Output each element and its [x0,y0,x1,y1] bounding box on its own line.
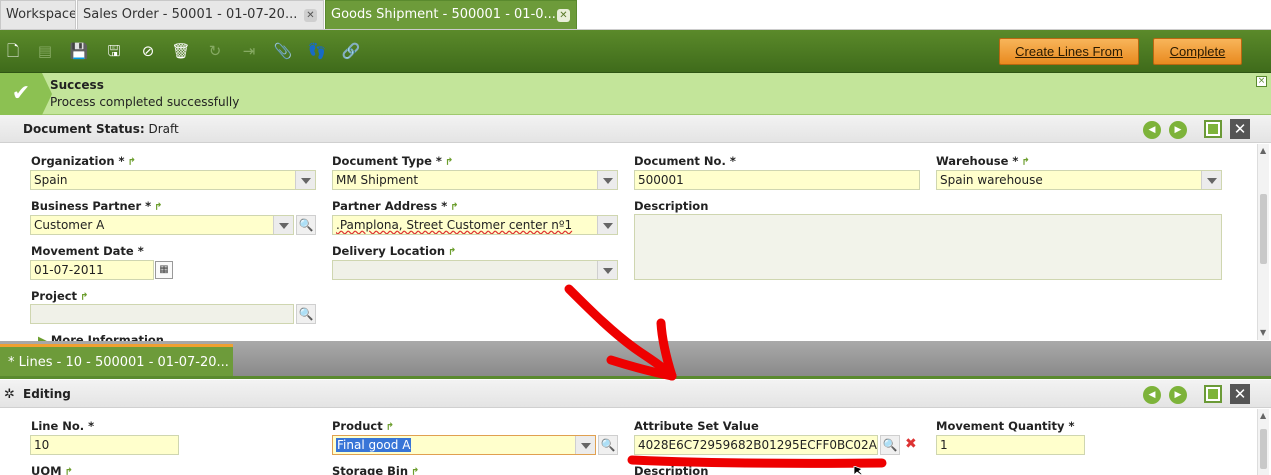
mouse-cursor-icon [853,466,863,475]
red-annotation-arrow [564,284,887,468]
